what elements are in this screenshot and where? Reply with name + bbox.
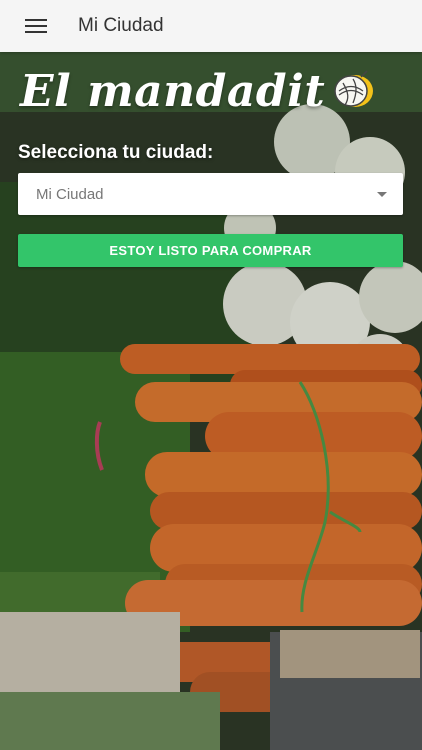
brand-logo: El mandadit <box>20 66 377 117</box>
page-title: Mi Ciudad <box>78 15 164 36</box>
hamburger-menu-icon[interactable] <box>18 8 54 44</box>
app-bar: Mi Ciudad <box>0 0 422 52</box>
logo-text: El mandadit <box>20 66 326 117</box>
ready-to-shop-button[interactable]: ESTOY LISTO PARA COMPRAR <box>18 234 403 267</box>
chevron-down-icon <box>377 191 387 197</box>
city-select-value: Mi Ciudad <box>36 185 104 203</box>
city-select-label: Selecciona tu ciudad: <box>18 142 214 163</box>
onion-icon <box>331 69 377 114</box>
city-select[interactable]: Mi Ciudad <box>18 173 403 215</box>
